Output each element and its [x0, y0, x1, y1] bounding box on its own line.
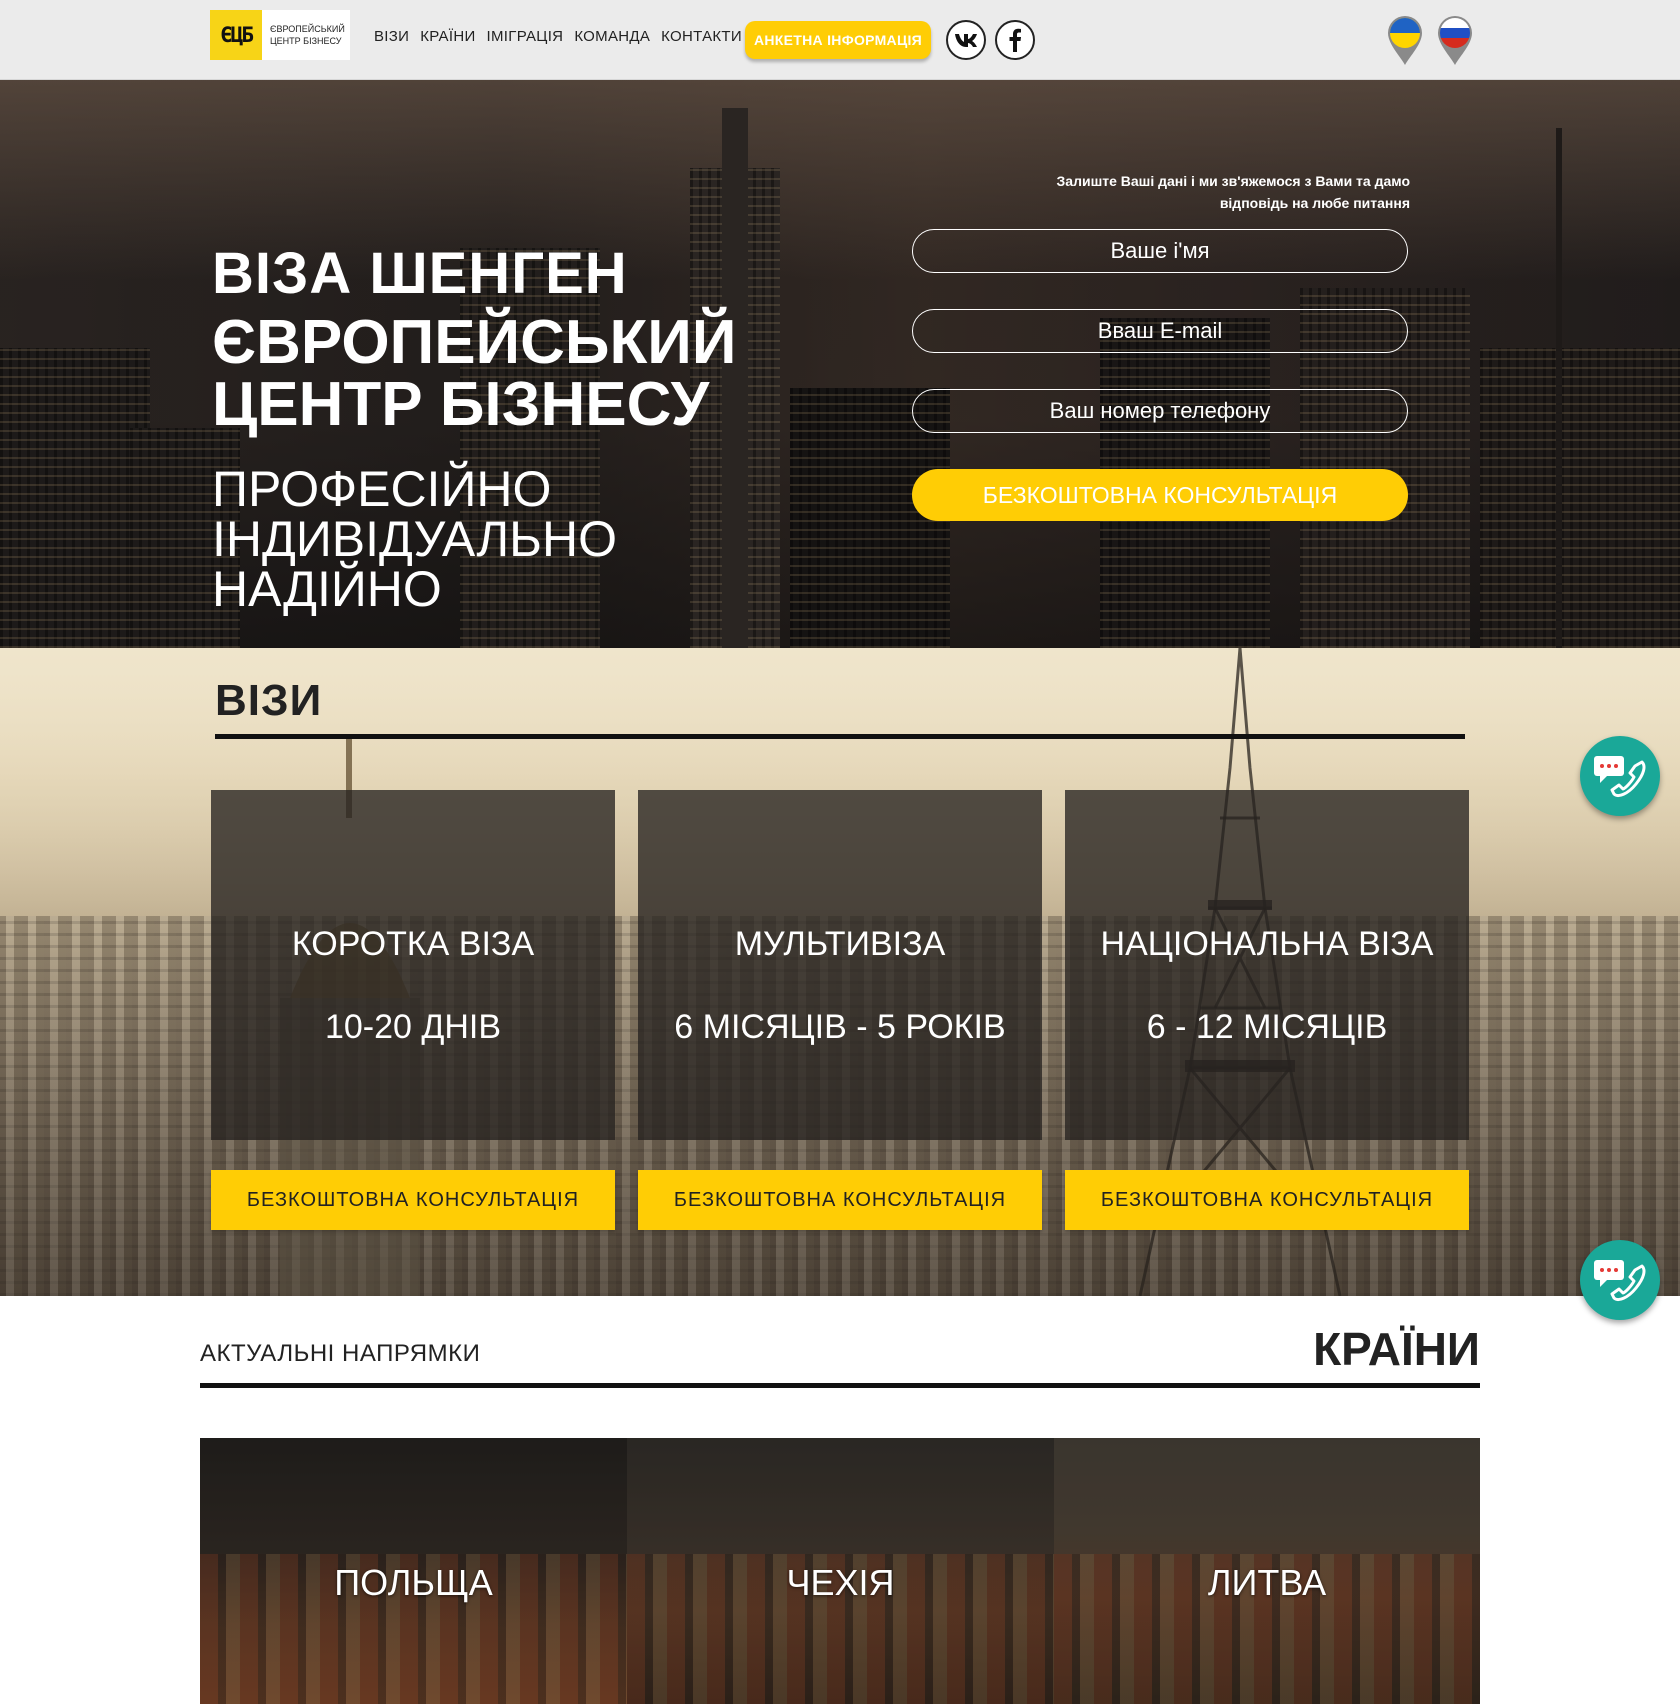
- logo-text: Європейський центр бізнесу: [262, 23, 345, 47]
- nav-item-visas[interactable]: ВІЗИ: [374, 28, 409, 45]
- hero-company-name: ЄВРОПЕЙСЬКИЙ ЦЕНТР БІЗНЕСУ: [212, 312, 736, 436]
- visa-name: МУЛЬТИВІЗА: [734, 925, 946, 963]
- country-card-czechia[interactable]: ЧЕХІЯ: [627, 1438, 1054, 1704]
- skyline-building: [0, 348, 150, 648]
- email-field[interactable]: [912, 309, 1408, 353]
- visa-name: КОРОТКА ВІЗА: [291, 925, 535, 963]
- visa-term: 10-20 ДНІВ: [324, 1008, 502, 1046]
- visa-consultation-button[interactable]: БЕЗКОШТОВНА КОНСУЛЬТАЦІЯ: [211, 1170, 615, 1230]
- visa-card-national: НАЦІОНАЛЬНА ВІЗА 6 - 12 МІСЯЦІВ: [1065, 790, 1469, 1140]
- hero-slogan: ПРОФЕСІЙНО ІНДИВІДУАЛЬНО НАДІЙНО: [212, 464, 617, 614]
- countries-heading: КРАЇНИ: [1313, 1323, 1480, 1375]
- facebook-icon[interactable]: [995, 20, 1035, 60]
- hero-company-line-1: ЄВРОПЕЙСЬКИЙ: [212, 308, 737, 377]
- logo-mark: ЄЦБ: [210, 10, 262, 60]
- countries-divider: [200, 1383, 1480, 1388]
- phone-field[interactable]: [912, 389, 1408, 433]
- chat-call-icon[interactable]: [1580, 736, 1660, 816]
- nav-item-countries[interactable]: КРАЇНИ: [420, 28, 475, 45]
- country-card-poland[interactable]: ПОЛЬЩА: [200, 1438, 627, 1704]
- nav-item-team[interactable]: КОМАНДА: [574, 28, 650, 45]
- main-nav: ВІЗИ КРАЇНИ ІМІГРАЦІЯ КОМАНДА КОНТАКТИ: [374, 28, 742, 45]
- visa-consultation-button[interactable]: БЕЗКОШТОВНА КОНСУЛЬТАЦІЯ: [1065, 1170, 1469, 1230]
- visa-card-short: КОРОТКА ВІЗА 10-20 ДНІВ: [211, 790, 615, 1140]
- form-note: Залиште Ваші дані і ми зв'яжемося з Вами…: [1030, 170, 1410, 214]
- visa-name: НАЦІОНАЛЬНА ВІЗА: [1100, 925, 1434, 963]
- skyline-building: [1480, 348, 1680, 648]
- russia-flag-icon[interactable]: [1436, 14, 1474, 66]
- form-note-line-2: відповідь на любе питання: [1219, 195, 1410, 211]
- visa-term: 6 - 12 МІСЯЦІВ: [1146, 1008, 1388, 1046]
- country-name: ЧЕХІЯ: [786, 1562, 895, 1603]
- anketa-button[interactable]: АНКЕТНА ІНФОРМАЦІЯ: [745, 21, 931, 59]
- site-header: ЄЦБ Європейський центр бізнесу ВІЗИ КРАЇ…: [0, 0, 1680, 80]
- free-consultation-button[interactable]: БЕЗКОШТОВНА КОНСУЛЬТАЦІЯ: [912, 469, 1408, 521]
- vk-icon[interactable]: [946, 20, 986, 60]
- logo-line-2: центр бізнесу: [270, 36, 342, 46]
- country-card-lithuania[interactable]: ЛИТВА: [1054, 1438, 1480, 1704]
- skyline-antenna: [1556, 128, 1562, 648]
- site-logo[interactable]: ЄЦБ Європейський центр бізнесу: [210, 10, 350, 60]
- country-name: ПОЛЬЩА: [334, 1562, 493, 1603]
- nav-item-immigration[interactable]: ІМІГРАЦІЯ: [487, 28, 564, 45]
- ukraine-flag-icon[interactable]: [1386, 14, 1424, 66]
- nav-item-contacts[interactable]: КОНТАКТИ: [661, 28, 742, 45]
- visas-divider: [215, 734, 1465, 739]
- country-name: ЛИТВА: [1207, 1562, 1327, 1603]
- name-field[interactable]: [912, 229, 1408, 273]
- visa-consultation-button[interactable]: БЕЗКОШТОВНА КОНСУЛЬТАЦІЯ: [638, 1170, 1042, 1230]
- chat-call-icon[interactable]: [1580, 1240, 1660, 1320]
- logo-line-1: Європейський: [270, 24, 345, 34]
- hero-slogan-2: ІНДИВІДУАЛЬНО: [212, 511, 617, 567]
- hero-slogan-1: ПРОФЕСІЙНО: [212, 461, 552, 517]
- form-note-line-1: Залиште Ваші дані і ми зв'яжемося з Вами…: [1056, 173, 1410, 189]
- countries-subtitle: АКТУАЛЬНІ НАПРЯМКИ: [200, 1340, 481, 1367]
- hero-title: ВІЗА ШЕНГЕН: [212, 241, 628, 306]
- visa-term: 6 МІСЯЦІВ - 5 РОКІВ: [674, 1008, 1006, 1046]
- hero-section: ВІЗА ШЕНГЕН ЄВРОПЕЙСЬКИЙ ЦЕНТР БІЗНЕСУ П…: [0, 80, 1680, 648]
- hero-company-line-2: ЦЕНТР БІЗНЕСУ: [212, 370, 710, 439]
- hero-slogan-3: НАДІЙНО: [212, 561, 442, 617]
- visa-card-multi: МУЛЬТИВІЗА 6 МІСЯЦІВ - 5 РОКІВ: [638, 790, 1042, 1140]
- visas-heading: ВІЗИ: [215, 676, 323, 725]
